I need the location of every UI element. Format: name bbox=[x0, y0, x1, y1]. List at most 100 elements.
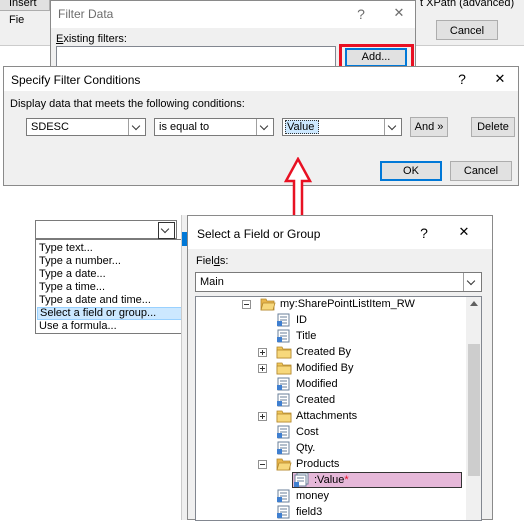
background-cancel-button[interactable]: Cancel bbox=[436, 20, 498, 40]
ok-button[interactable]: OK bbox=[380, 161, 442, 181]
collapse-icon[interactable] bbox=[242, 300, 251, 309]
chevron-down-icon[interactable] bbox=[256, 119, 273, 135]
tree-item[interactable]: my:SharePointListItem_RW bbox=[242, 297, 466, 312]
tree-scrollbar[interactable] bbox=[466, 297, 481, 520]
field-icon bbox=[276, 393, 292, 407]
and-button[interactable]: And » bbox=[410, 117, 448, 137]
folder-icon bbox=[276, 409, 292, 423]
tree-item[interactable]: Title bbox=[276, 328, 466, 344]
tree-item-label: Modified By bbox=[296, 362, 354, 374]
field-icon bbox=[276, 425, 292, 439]
expand-icon[interactable] bbox=[258, 348, 267, 357]
expand-icon[interactable] bbox=[258, 412, 267, 421]
tree-item-label: my:SharePointListItem_RW bbox=[280, 298, 415, 310]
field-icon bbox=[276, 441, 292, 455]
chevron-glyph bbox=[466, 276, 476, 286]
scroll-up-arrow[interactable] bbox=[470, 301, 478, 306]
required-marker: * bbox=[344, 474, 349, 486]
menu-item-select-field[interactable]: Select a field or group... bbox=[37, 307, 182, 320]
close-icon[interactable]: ✕ bbox=[490, 71, 510, 87]
dialog-title: Specify Filter Conditions bbox=[11, 73, 141, 87]
tree-item-label: Created By bbox=[296, 346, 352, 358]
field-icon bbox=[276, 313, 292, 327]
field-select[interactable]: SDESC bbox=[26, 118, 146, 136]
chevron-down-icon[interactable] bbox=[384, 119, 401, 135]
cancel-button[interactable]: Cancel bbox=[450, 161, 512, 181]
tree-item[interactable]: Products bbox=[258, 456, 466, 472]
field-tree: my:SharePointListItem_RW ID Title Created B… bbox=[195, 296, 482, 521]
tree-item-label: Qty. bbox=[296, 442, 316, 454]
tree-item[interactable]: Qty. bbox=[276, 440, 466, 456]
menu-item-type-number[interactable]: Type a number... bbox=[37, 255, 182, 268]
dialog-title: Filter Data bbox=[58, 7, 114, 21]
collapse-icon[interactable] bbox=[258, 460, 267, 469]
value-dropdown-list: Type text... Type a number... Type a dat… bbox=[35, 239, 183, 334]
tree-item-label: field3 bbox=[296, 506, 323, 518]
tree-item[interactable]: ID bbox=[276, 312, 466, 328]
chevron-down-icon[interactable] bbox=[158, 222, 175, 239]
tree-item[interactable]: Cost bbox=[276, 424, 466, 440]
chevron-down-icon[interactable] bbox=[463, 273, 481, 291]
select-field-dialog: Select a Field or Group ? ✕ Fields: Main… bbox=[187, 215, 493, 521]
tree-item[interactable]: Modified By bbox=[258, 360, 466, 376]
tree-item-label: Title bbox=[296, 330, 317, 342]
help-button[interactable]: ? bbox=[414, 225, 434, 241]
operator-select[interactable]: is equal to bbox=[154, 118, 274, 136]
field-icon bbox=[276, 329, 292, 343]
menu-item-type-text[interactable]: Type text... bbox=[37, 242, 182, 255]
help-button[interactable]: ? bbox=[351, 6, 371, 22]
tree-item[interactable]: :Value* bbox=[292, 472, 466, 488]
field-icon bbox=[276, 377, 292, 391]
expand-icon[interactable] bbox=[258, 364, 267, 373]
menu-item-use-formula[interactable]: Use a formula... bbox=[37, 320, 182, 333]
datasource-select[interactable]: Main bbox=[195, 272, 482, 292]
tree-item[interactable]: money bbox=[276, 488, 466, 504]
close-icon[interactable]: ✕ bbox=[454, 224, 474, 240]
tree-item-label: ID bbox=[296, 314, 307, 326]
value-select-value: Value bbox=[287, 121, 315, 133]
insert-field-button[interactable]: Insert Fie bbox=[0, 0, 50, 26]
folder-icon bbox=[276, 361, 292, 375]
chevron-glyph bbox=[387, 121, 397, 131]
field-icon bbox=[276, 489, 292, 503]
value-select[interactable]: Value bbox=[282, 118, 402, 136]
folder-open-icon bbox=[260, 297, 276, 311]
value-dropdown-box[interactable] bbox=[35, 220, 177, 239]
operator-select-value: is equal to bbox=[159, 121, 210, 133]
close-icon[interactable]: ✕ bbox=[389, 5, 409, 21]
datasource-value: Main bbox=[200, 276, 224, 288]
tree-item-label: Attachments bbox=[296, 410, 358, 422]
folder-icon bbox=[276, 345, 292, 359]
chevron-down-icon[interactable] bbox=[128, 119, 145, 135]
delete-button[interactable]: Delete bbox=[471, 117, 515, 137]
dialog-title: Select a Field or Group bbox=[197, 227, 321, 241]
tree-item[interactable]: Created bbox=[276, 392, 466, 408]
tree-item[interactable]: Modified bbox=[276, 376, 466, 392]
chevron-glyph bbox=[131, 121, 141, 131]
scroll-thumb[interactable] bbox=[468, 344, 480, 476]
help-button[interactable]: ? bbox=[452, 71, 472, 87]
tree-item-label: money bbox=[296, 490, 330, 502]
tree-item-label: Cost bbox=[296, 426, 319, 438]
chevron-glyph bbox=[259, 121, 269, 131]
tree-item[interactable]: field3 bbox=[276, 504, 466, 520]
existing-filters-label: Existing filters: bbox=[56, 33, 127, 45]
tree-item-label: Created bbox=[296, 394, 336, 406]
tree-item-label: Products bbox=[296, 458, 340, 470]
conditions-instructions: Display data that meets the following co… bbox=[10, 98, 245, 110]
xpath-label: t XPath (advanced) bbox=[420, 0, 515, 9]
repeating-field-icon bbox=[294, 472, 310, 487]
fields-label: Fields: bbox=[196, 255, 229, 267]
filter-conditions-dialog: Specify Filter Conditions ? ✕ Display da… bbox=[3, 66, 519, 186]
chevron-glyph bbox=[160, 224, 170, 234]
tree-item-label: Modified bbox=[296, 378, 338, 390]
field-icon bbox=[276, 505, 292, 519]
menu-item-type-date[interactable]: Type a date... bbox=[37, 268, 182, 281]
tree-item-label: :Value* bbox=[314, 474, 349, 486]
folder-open-icon bbox=[276, 457, 292, 471]
tree-item[interactable]: Attachments bbox=[258, 408, 466, 424]
menu-item-type-date-time[interactable]: Type a date and time... bbox=[37, 294, 182, 307]
tree-item[interactable]: Created By bbox=[258, 344, 466, 360]
menu-item-type-time[interactable]: Type a time... bbox=[37, 281, 182, 294]
existing-filters-text: xisting filters: bbox=[63, 33, 127, 45]
